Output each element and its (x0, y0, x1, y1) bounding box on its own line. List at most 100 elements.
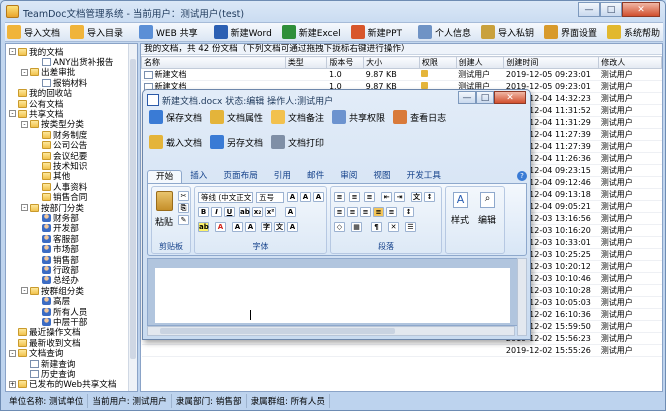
underline-icon[interactable]: U (224, 207, 235, 217)
dialog-button-row2-1[interactable]: 另存文档 (208, 133, 265, 151)
distributed-icon[interactable]: ≡ (386, 207, 397, 217)
subscript-icon[interactable]: x₂ (252, 207, 263, 217)
format-painter-icon[interactable]: ✎ (178, 215, 189, 225)
line-spacing-icon[interactable]: ↕ (403, 207, 414, 217)
document-page[interactable] (155, 268, 510, 323)
tree-expander[interactable]: - (9, 48, 16, 55)
dialog-close-button[interactable]: ✕ (494, 91, 526, 104)
font-size-select[interactable]: 五号 (256, 192, 284, 203)
tree-expander[interactable]: - (9, 110, 16, 118)
font-grow-icon[interactable]: A (287, 192, 298, 202)
dialog-button-0[interactable]: 保存文档 (147, 108, 204, 126)
column-header[interactable]: 修改人 (598, 56, 662, 69)
styles-button[interactable]: 样式 (451, 213, 469, 226)
help-icon[interactable]: ? (517, 171, 527, 181)
asian-typography-icon[interactable]: ✕ (388, 222, 399, 232)
copy-icon[interactable]: ⎘ (178, 203, 189, 213)
toolbar-button-0[interactable]: 导入文档 (5, 23, 62, 41)
italic-icon[interactable]: I (211, 207, 222, 217)
dialog-button-row2-0[interactable]: 载入文档 (147, 133, 204, 151)
paste-icon[interactable] (156, 191, 173, 211)
toolbar-button-9[interactable]: 系统帮助 (605, 23, 662, 41)
borders-icon[interactable]: ▦ (351, 222, 362, 232)
phonetic-icon[interactable]: 文 (274, 222, 285, 232)
dialog-horizontal-scrollbar[interactable] (147, 326, 515, 336)
toolbar-button-6[interactable]: 个人信息 (416, 23, 473, 41)
tree-expander[interactable]: - (21, 287, 28, 295)
tree-expander[interactable]: + (9, 380, 16, 388)
tree-item[interactable]: + 已发布的Web共享文档 (9, 379, 117, 390)
dialog-button-4[interactable]: 查看日志 (391, 108, 448, 126)
toolbar-button-8[interactable]: 界面设置 (542, 23, 599, 41)
find-icon[interactable]: ⌕ (480, 192, 495, 208)
justify-icon[interactable]: ≡ (373, 207, 384, 217)
decrease-indent-icon[interactable]: ⇤ (381, 192, 392, 202)
font-shrink-icon[interactable]: A (300, 192, 311, 202)
pilcrow-icon[interactable]: ¶ (371, 222, 382, 232)
ribbon-tab[interactable]: 视图 (365, 170, 398, 183)
clear-format-icon[interactable]: A (313, 192, 324, 202)
align-left-icon[interactable]: ≡ (334, 207, 345, 217)
multilevel-list-icon[interactable]: ≡ (364, 192, 375, 202)
ribbon-tab[interactable]: 页面布局 (215, 170, 265, 183)
tree-expander[interactable]: - (21, 120, 28, 128)
toolbar-button-7[interactable]: 导入私钥 (479, 23, 536, 41)
column-header[interactable]: 名称 (141, 56, 286, 69)
column-header[interactable]: 大小 (363, 56, 420, 69)
ribbon-tab[interactable]: 开始 (147, 170, 183, 183)
fill-icon[interactable]: ◇ (334, 222, 345, 232)
dialog-button-3[interactable]: 共享权限 (330, 108, 387, 126)
tree-expander[interactable]: - (21, 68, 28, 76)
toolbar-button-2[interactable]: WEB 共享 (137, 23, 200, 41)
minimize-button[interactable]: — (578, 2, 600, 17)
tree-scrollbar[interactable] (128, 44, 137, 391)
bold-icon[interactable]: B (198, 207, 209, 217)
dialog-minimize-button[interactable]: — (458, 91, 476, 104)
cut-icon[interactable]: ✂ (178, 191, 189, 201)
tree-expander[interactable]: - (21, 204, 28, 211)
maximize-button[interactable]: □ (600, 2, 622, 17)
char-spacing-icon[interactable]: A (287, 222, 298, 232)
bullets-icon[interactable]: ≡ (334, 192, 345, 202)
font-name-select[interactable]: 等线 (中文正文 (198, 192, 253, 203)
char-border-icon[interactable]: A (245, 222, 256, 232)
tree-expander[interactable]: - (9, 349, 16, 357)
ribbon-tab[interactable]: 邮件 (299, 170, 332, 183)
highlight-icon[interactable]: ab (198, 222, 209, 232)
column-header[interactable]: 权限 (418, 56, 457, 69)
toolbar-button-3[interactable]: 新建Word (212, 23, 274, 41)
column-header[interactable]: 版本号 (326, 56, 365, 69)
shading-icon[interactable]: A (232, 222, 243, 232)
toolbar-button-1[interactable]: 导入目录 (68, 23, 125, 41)
ribbon-tab[interactable]: 插入 (182, 170, 215, 183)
ribbon-tab[interactable]: 开发工具 (399, 170, 449, 183)
column-header[interactable]: 创建时间 (503, 56, 600, 69)
column-header[interactable]: 类型 (284, 56, 328, 69)
toolbar-button-4[interactable]: 新建Excel (280, 23, 343, 41)
numbering-icon[interactable]: ≡ (349, 192, 360, 202)
column-header[interactable]: 创建人 (455, 56, 505, 69)
close-button[interactable]: ✕ (622, 2, 660, 17)
dialog-vertical-scrollbar[interactable] (517, 258, 527, 336)
editing-button[interactable]: 编辑 (478, 213, 496, 226)
table-row[interactable]: 新建文档 1.0 9.87 KB 测试用户 2019-12-05 09:23:01 测试用… (141, 68, 662, 81)
table-row[interactable]: 2019-12-02 15:55:26 测试用户 (141, 344, 662, 357)
ribbon-tab[interactable]: 引用 (266, 170, 299, 183)
increase-indent-icon[interactable]: ⇥ (394, 192, 405, 202)
text-direction-icon[interactable]: ☰ (405, 222, 416, 232)
dialog-button-row2-2[interactable]: 文档打印 (269, 133, 326, 151)
folder-tree[interactable]: - 我的文档 ANY出货补报告 - 出差审批 报销材料 我的回收站 公有文档 - 共享文档 - 按类型… (5, 43, 138, 392)
font-color-icon[interactable]: A (215, 222, 226, 232)
paste-button[interactable]: 粘贴 (155, 215, 173, 228)
align-right-icon[interactable]: ≡ (360, 207, 371, 217)
dialog-maximize-button[interactable]: □ (476, 91, 494, 104)
ribbon-tab[interactable]: 审阅 (332, 170, 365, 183)
superscript-icon[interactable]: x² (265, 207, 276, 217)
styles-icon[interactable]: A (453, 192, 468, 208)
chinese-layout-icon[interactable]: 文 (411, 192, 422, 202)
strikethrough-icon[interactable]: ab (239, 207, 250, 217)
dialog-button-2[interactable]: 文档备注 (269, 108, 326, 126)
align-center-icon[interactable]: ≡ (347, 207, 358, 217)
sort-icon[interactable]: ↕ (424, 192, 435, 202)
text-effects-icon[interactable]: A (285, 207, 296, 217)
